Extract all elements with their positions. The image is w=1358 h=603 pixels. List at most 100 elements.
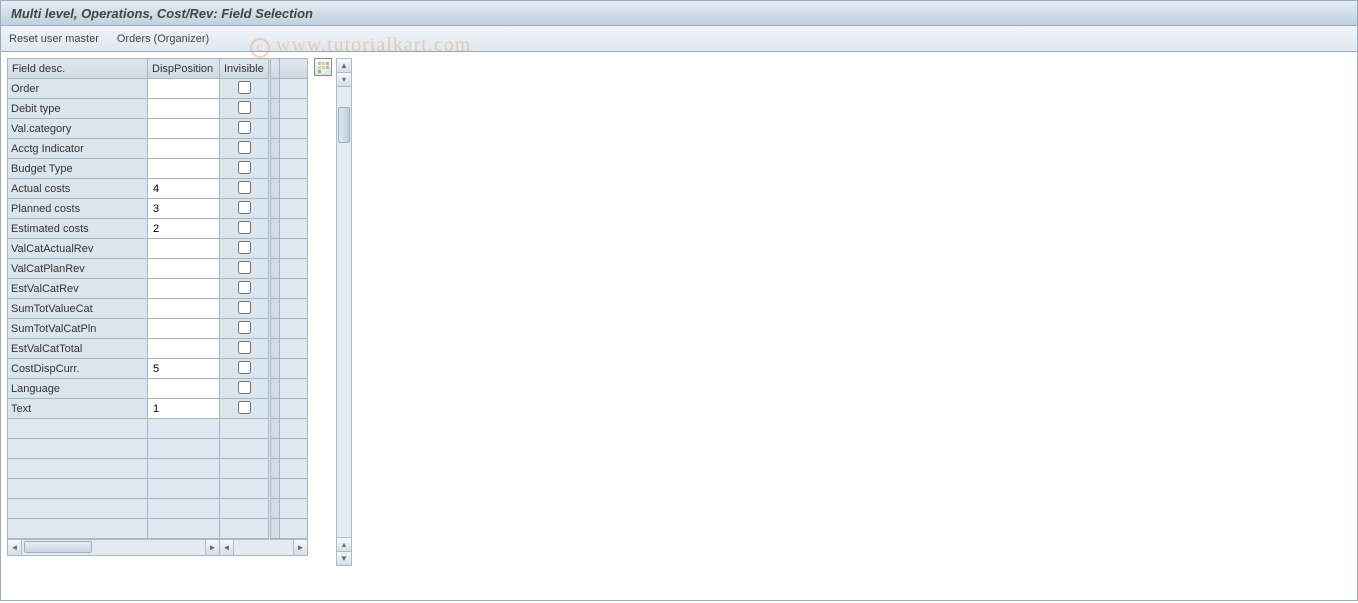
disp-position-cell[interactable]	[148, 519, 220, 539]
field-desc-cell[interactable]	[8, 439, 148, 459]
row-drag-handle[interactable]	[270, 199, 280, 219]
row-drag-handle[interactable]	[270, 219, 280, 239]
disp-position-input[interactable]	[151, 181, 216, 197]
invisible-cell[interactable]	[220, 159, 270, 179]
table-row[interactable]: Val.category	[8, 119, 308, 139]
table-row[interactable]: ValCatActualRev	[8, 239, 308, 259]
horizontal-scrollbar-left[interactable]: ◄ ►	[8, 539, 219, 555]
row-drag-handle[interactable]	[270, 479, 280, 499]
scroll-right-icon[interactable]: ►	[293, 540, 307, 555]
disp-position-cell[interactable]	[148, 339, 220, 359]
field-desc-cell[interactable]	[8, 519, 148, 539]
table-row[interactable]: EstValCatRev	[8, 279, 308, 299]
table-row[interactable]: Debit type	[8, 99, 308, 119]
scroll-down-icon[interactable]: ▼	[337, 551, 351, 565]
horizontal-scrollbar-right[interactable]: ◄ ►	[220, 539, 307, 555]
invisible-cell[interactable]	[220, 199, 270, 219]
table-row[interactable]: Budget Type	[8, 159, 308, 179]
field-desc-cell[interactable]: SumTotValueCat	[8, 299, 148, 319]
table-row[interactable]: Estimated costs	[8, 219, 308, 239]
horizontal-scroll-thumb[interactable]	[24, 541, 92, 553]
table-row[interactable]: Text	[8, 399, 308, 419]
row-drag-handle[interactable]	[270, 359, 280, 379]
disp-position-cell[interactable]	[148, 419, 220, 439]
invisible-cell[interactable]	[220, 179, 270, 199]
scroll-left-icon[interactable]: ◄	[8, 540, 22, 555]
vertical-scroll-thumb[interactable]	[338, 107, 350, 143]
disp-position-input[interactable]	[151, 121, 216, 137]
disp-position-cell[interactable]	[148, 119, 220, 139]
invisible-checkbox[interactable]	[238, 301, 251, 314]
disp-position-input[interactable]	[151, 221, 216, 237]
disp-position-cell[interactable]	[148, 299, 220, 319]
field-desc-cell[interactable]: Debit type	[8, 99, 148, 119]
invisible-checkbox[interactable]	[238, 81, 251, 94]
invisible-cell[interactable]	[220, 219, 270, 239]
invisible-cell[interactable]	[220, 339, 270, 359]
disp-position-cell[interactable]	[148, 499, 220, 519]
field-desc-cell[interactable]: Planned costs	[8, 199, 148, 219]
table-row[interactable]: Actual costs	[8, 179, 308, 199]
invisible-checkbox[interactable]	[238, 261, 251, 274]
table-row-empty[interactable]	[8, 519, 308, 539]
disp-position-input[interactable]	[151, 161, 216, 177]
scroll-right-icon[interactable]: ►	[205, 540, 219, 555]
invisible-checkbox[interactable]	[238, 141, 251, 154]
disp-position-input[interactable]	[151, 261, 216, 277]
disp-position-input[interactable]	[151, 241, 216, 257]
table-row-empty[interactable]	[8, 479, 308, 499]
table-row[interactable]: Order	[8, 79, 308, 99]
invisible-cell[interactable]	[220, 79, 270, 99]
table-layout-button[interactable]	[314, 58, 332, 76]
disp-position-cell[interactable]	[148, 159, 220, 179]
disp-position-cell[interactable]	[148, 99, 220, 119]
field-desc-cell[interactable]: Language	[8, 379, 148, 399]
column-resize-handle[interactable]	[270, 59, 280, 79]
row-drag-handle[interactable]	[270, 319, 280, 339]
disp-position-cell[interactable]	[148, 479, 220, 499]
invisible-cell[interactable]	[220, 399, 270, 419]
field-desc-cell[interactable]	[8, 419, 148, 439]
disp-position-cell[interactable]	[148, 439, 220, 459]
invisible-checkbox[interactable]	[238, 281, 251, 294]
invisible-cell[interactable]	[220, 439, 270, 459]
invisible-checkbox[interactable]	[238, 241, 251, 254]
disp-position-input[interactable]	[151, 81, 216, 97]
invisible-checkbox[interactable]	[238, 181, 251, 194]
scroll-page-down-icon[interactable]: ▴	[337, 537, 351, 551]
disp-position-cell[interactable]	[148, 379, 220, 399]
disp-position-input[interactable]	[151, 381, 216, 397]
invisible-cell[interactable]	[220, 119, 270, 139]
disp-position-cell[interactable]	[148, 139, 220, 159]
invisible-cell[interactable]	[220, 459, 270, 479]
invisible-cell[interactable]	[220, 499, 270, 519]
field-desc-cell[interactable]: Budget Type	[8, 159, 148, 179]
invisible-checkbox[interactable]	[238, 401, 251, 414]
invisible-cell[interactable]	[220, 99, 270, 119]
invisible-cell[interactable]	[220, 239, 270, 259]
field-desc-cell[interactable]	[8, 459, 148, 479]
invisible-cell[interactable]	[220, 419, 270, 439]
invisible-checkbox[interactable]	[238, 321, 251, 334]
row-drag-handle[interactable]	[270, 459, 280, 479]
disp-position-input[interactable]	[151, 401, 216, 417]
table-row[interactable]: ValCatPlanRev	[8, 259, 308, 279]
row-drag-handle[interactable]	[270, 259, 280, 279]
column-header-field-desc[interactable]: Field desc.	[8, 59, 148, 79]
field-desc-cell[interactable]: EstValCatTotal	[8, 339, 148, 359]
row-drag-handle[interactable]	[270, 279, 280, 299]
field-desc-cell[interactable]: SumTotValCatPln	[8, 319, 148, 339]
column-header-disp-position[interactable]: DispPosition	[148, 59, 220, 79]
disp-position-input[interactable]	[151, 301, 216, 317]
vertical-scrollbar[interactable]: ▲ ▾ ▴ ▼	[336, 58, 352, 566]
disp-position-cell[interactable]	[148, 219, 220, 239]
row-drag-handle[interactable]	[270, 339, 280, 359]
table-row-empty[interactable]	[8, 439, 308, 459]
row-drag-handle[interactable]	[270, 79, 280, 99]
orders-organizer-button[interactable]: Orders (Organizer)	[117, 33, 209, 45]
invisible-checkbox[interactable]	[238, 381, 251, 394]
invisible-cell[interactable]	[220, 139, 270, 159]
field-desc-cell[interactable]	[8, 479, 148, 499]
disp-position-cell[interactable]	[148, 399, 220, 419]
row-drag-handle[interactable]	[270, 519, 280, 539]
